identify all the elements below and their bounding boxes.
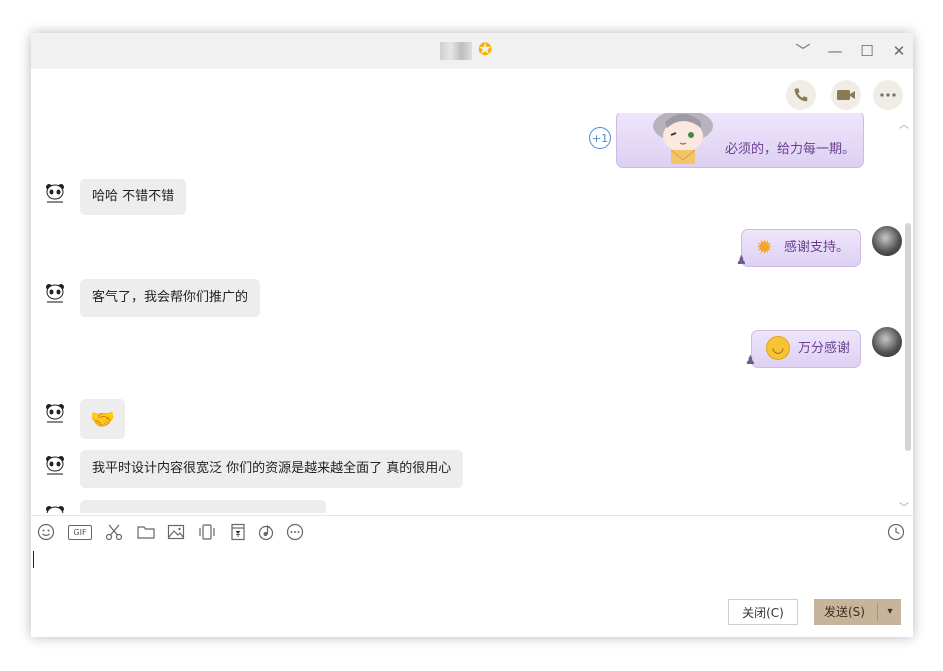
message-bubble-left[interactable]: 🤝	[80, 399, 125, 439]
chat-window: ✪ ﹀ — ☐ ✕ +1 必须的，给力每一期。 哈哈 不错不错 ✹ 感谢支持。 …	[31, 33, 913, 637]
input-toolbar: GIF	[31, 515, 913, 548]
text-cursor	[33, 551, 34, 568]
cartoon-character-image	[653, 113, 713, 164]
message-bubble-left[interactable]: 哈哈 不错不错	[80, 179, 187, 215]
gif-icon[interactable]: GIF	[68, 525, 92, 540]
panda-avatar[interactable]	[45, 403, 65, 425]
message-list[interactable]: +1 必须的，给力每一期。 哈哈 不错不错 ✹ 感谢支持。 ♟ 客气了，我会帮你…	[31, 113, 913, 513]
reaction-plus-one[interactable]: +1	[589, 127, 611, 149]
close-window-button[interactable]: ✕	[889, 41, 909, 61]
minimize-button[interactable]: —	[825, 41, 845, 61]
user-avatar[interactable]	[872, 327, 902, 357]
contact-name-blurred	[440, 42, 472, 60]
message-bubble-right[interactable]: ✹ 感谢支持。	[741, 229, 861, 267]
star-badge-icon: ✪	[478, 40, 493, 60]
more-options-button[interactable]	[873, 80, 903, 110]
message-text: 我平时设计内容很宽泛 你们的资源是越来越全面了 真的很用心	[92, 461, 452, 476]
message-text: 哈哈 不错不错	[92, 189, 175, 204]
music-icon[interactable]	[257, 523, 275, 541]
message-text: 必须的，给力每一期。	[725, 142, 856, 157]
shake-icon[interactable]	[198, 523, 216, 541]
video-icon	[837, 90, 855, 100]
send-button-label: 发送(S)	[824, 605, 865, 619]
bubble-decoration-icon: ♟	[745, 353, 756, 367]
message-text: 万分感谢	[798, 341, 851, 356]
title-bar[interactable]: ✪ ﹀ — ☐ ✕	[31, 33, 913, 69]
message-bubble-left[interactable]: 客气了，我会帮你们推广的	[80, 279, 261, 317]
history-icon[interactable]	[887, 523, 905, 541]
scroll-up-arrow[interactable]: ︿	[899, 116, 909, 131]
scissors-icon[interactable]	[105, 523, 123, 541]
message-text: 感谢支持。	[784, 240, 850, 255]
send-options-dropdown[interactable]: ▾	[881, 599, 899, 625]
more-tools-icon[interactable]	[286, 523, 304, 541]
bubble-decoration-icon: ♟	[736, 253, 747, 267]
panda-avatar[interactable]	[45, 283, 65, 305]
close-button[interactable]: 关闭(C)	[728, 599, 798, 625]
phone-call-button[interactable]	[786, 80, 816, 110]
send-button[interactable]: 发送(S) ▾	[814, 599, 901, 625]
smile-emoji-icon: ◡	[766, 336, 790, 360]
folder-icon[interactable]	[137, 523, 155, 541]
user-avatar[interactable]	[872, 226, 902, 256]
message-input[interactable]	[31, 547, 913, 597]
scroll-down-arrow[interactable]: ﹀	[899, 499, 909, 514]
message-text: 客气了，我会帮你们推广的	[92, 290, 249, 305]
sun-emoji-icon: ✹	[756, 235, 773, 259]
video-call-button[interactable]	[831, 80, 861, 110]
panda-avatar[interactable]	[45, 183, 65, 205]
scrollbar-thumb[interactable]	[905, 223, 911, 451]
maximize-button[interactable]: ☐	[857, 41, 877, 61]
send-button-divider	[877, 603, 878, 621]
message-bubble-right[interactable]: ◡ 万分感谢	[751, 330, 861, 368]
handshake-emoji-icon: 🤝	[90, 407, 115, 431]
panda-avatar[interactable]	[45, 505, 65, 513]
dropdown-button[interactable]: ﹀	[793, 41, 813, 61]
image-icon[interactable]	[167, 523, 185, 541]
message-bubble-left-partial[interactable]	[80, 500, 326, 513]
message-bubble-left[interactable]: 我平时设计内容很宽泛 你们的资源是越来越全面了 真的很用心	[80, 450, 464, 488]
phone-icon	[794, 88, 808, 102]
panda-avatar[interactable]	[45, 455, 65, 477]
message-bubble-right[interactable]: 必须的，给力每一期。	[616, 113, 864, 168]
emoji-icon[interactable]	[37, 523, 55, 541]
more-icon	[880, 93, 896, 97]
red-packet-icon[interactable]	[229, 523, 247, 541]
